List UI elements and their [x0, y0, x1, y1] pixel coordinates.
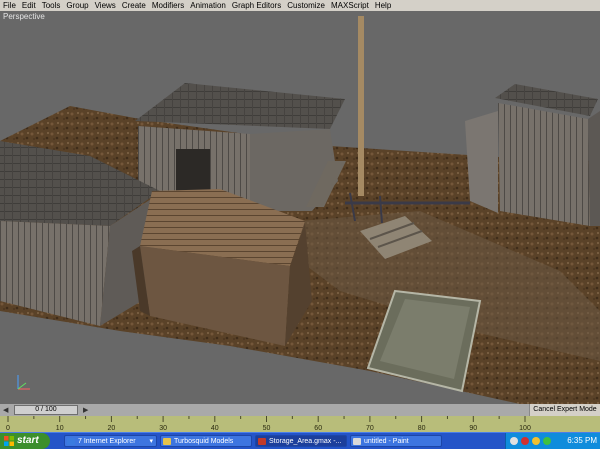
time-slider-bar: ◀ 0 / 100 ▶ Cancel Expert Mode [0, 404, 600, 416]
taskbar-internet-explorer[interactable]: 7 Internet Explorer ▾ [64, 435, 157, 447]
track-bar[interactable]: 0 10 20 30 40 50 60 70 80 90 100 [0, 416, 600, 432]
tray-icon-4[interactable] [543, 437, 551, 445]
scene-render [0, 16, 600, 404]
menu-modifiers[interactable]: Modifiers [149, 0, 187, 11]
clock: 6:35 PM [567, 436, 597, 445]
axis-gizmo [17, 375, 30, 390]
track-ruler: 0 10 20 30 40 50 60 70 80 90 100 [6, 416, 531, 432]
prev-frame-icon[interactable]: ◀ [3, 406, 8, 414]
tray-icon-3[interactable] [532, 437, 540, 445]
menu-create[interactable]: Create [119, 0, 149, 11]
wooden-pole [358, 16, 364, 196]
ruler-label: 20 [108, 425, 116, 432]
ruler-label: 40 [211, 425, 219, 432]
menu-help[interactable]: Help [372, 0, 394, 11]
menu-tools[interactable]: Tools [39, 0, 64, 11]
taskbar-paint[interactable]: untitled - Paint [350, 435, 442, 447]
paint-icon [353, 438, 361, 445]
menu-graph-editors[interactable]: Graph Editors [229, 0, 284, 11]
ruler-label: 100 [519, 425, 531, 432]
ruler-label: 60 [314, 425, 322, 432]
ruler-label: 80 [418, 425, 426, 432]
cancel-expert-mode-button[interactable]: Cancel Expert Mode [529, 404, 600, 416]
menu-views[interactable]: Views [92, 0, 119, 11]
system-tray: 6:35 PM [505, 433, 600, 449]
menu-maxscript[interactable]: MAXScript [328, 0, 372, 11]
tray-icon-2[interactable] [521, 437, 529, 445]
perspective-viewport[interactable]: Perspective [0, 11, 600, 404]
taskbar: start 7 Internet Explorer ▾ Turbosquid M… [0, 432, 600, 449]
menu-animation[interactable]: Animation [187, 0, 229, 11]
taskbar-gmax[interactable]: Storage_Area.gmax -... [255, 435, 347, 447]
ruler-label: 70 [366, 425, 374, 432]
right-shed [498, 103, 590, 226]
gmax-icon [258, 438, 266, 445]
menu-customize[interactable]: Customize [284, 0, 328, 11]
next-frame-icon[interactable]: ▶ [83, 406, 88, 414]
tray-icon-1[interactable] [510, 437, 518, 445]
viewport-label[interactable]: Perspective [3, 12, 45, 21]
windows-flag-icon [4, 436, 14, 446]
menu-bar: File Edit Tools Group Views Create Modifiers An… [0, 0, 600, 11]
time-slider[interactable]: 0 / 100 [14, 405, 78, 415]
menu-group[interactable]: Group [63, 0, 91, 11]
ruler-label: 30 [159, 425, 167, 432]
ruler-label: 10 [56, 425, 64, 432]
menu-edit[interactable]: Edit [19, 0, 39, 11]
menu-file[interactable]: File [0, 0, 19, 11]
start-button[interactable]: start [0, 433, 50, 449]
taskbar-turbosquid-models[interactable]: Turbosquid Models [160, 435, 252, 447]
start-label: start [17, 435, 39, 446]
ruler-label: 0 [6, 425, 10, 432]
ruler-label: 90 [469, 425, 477, 432]
internet-explorer-icon [67, 438, 75, 445]
folder-icon [163, 438, 171, 445]
ruler-label: 50 [263, 425, 271, 432]
